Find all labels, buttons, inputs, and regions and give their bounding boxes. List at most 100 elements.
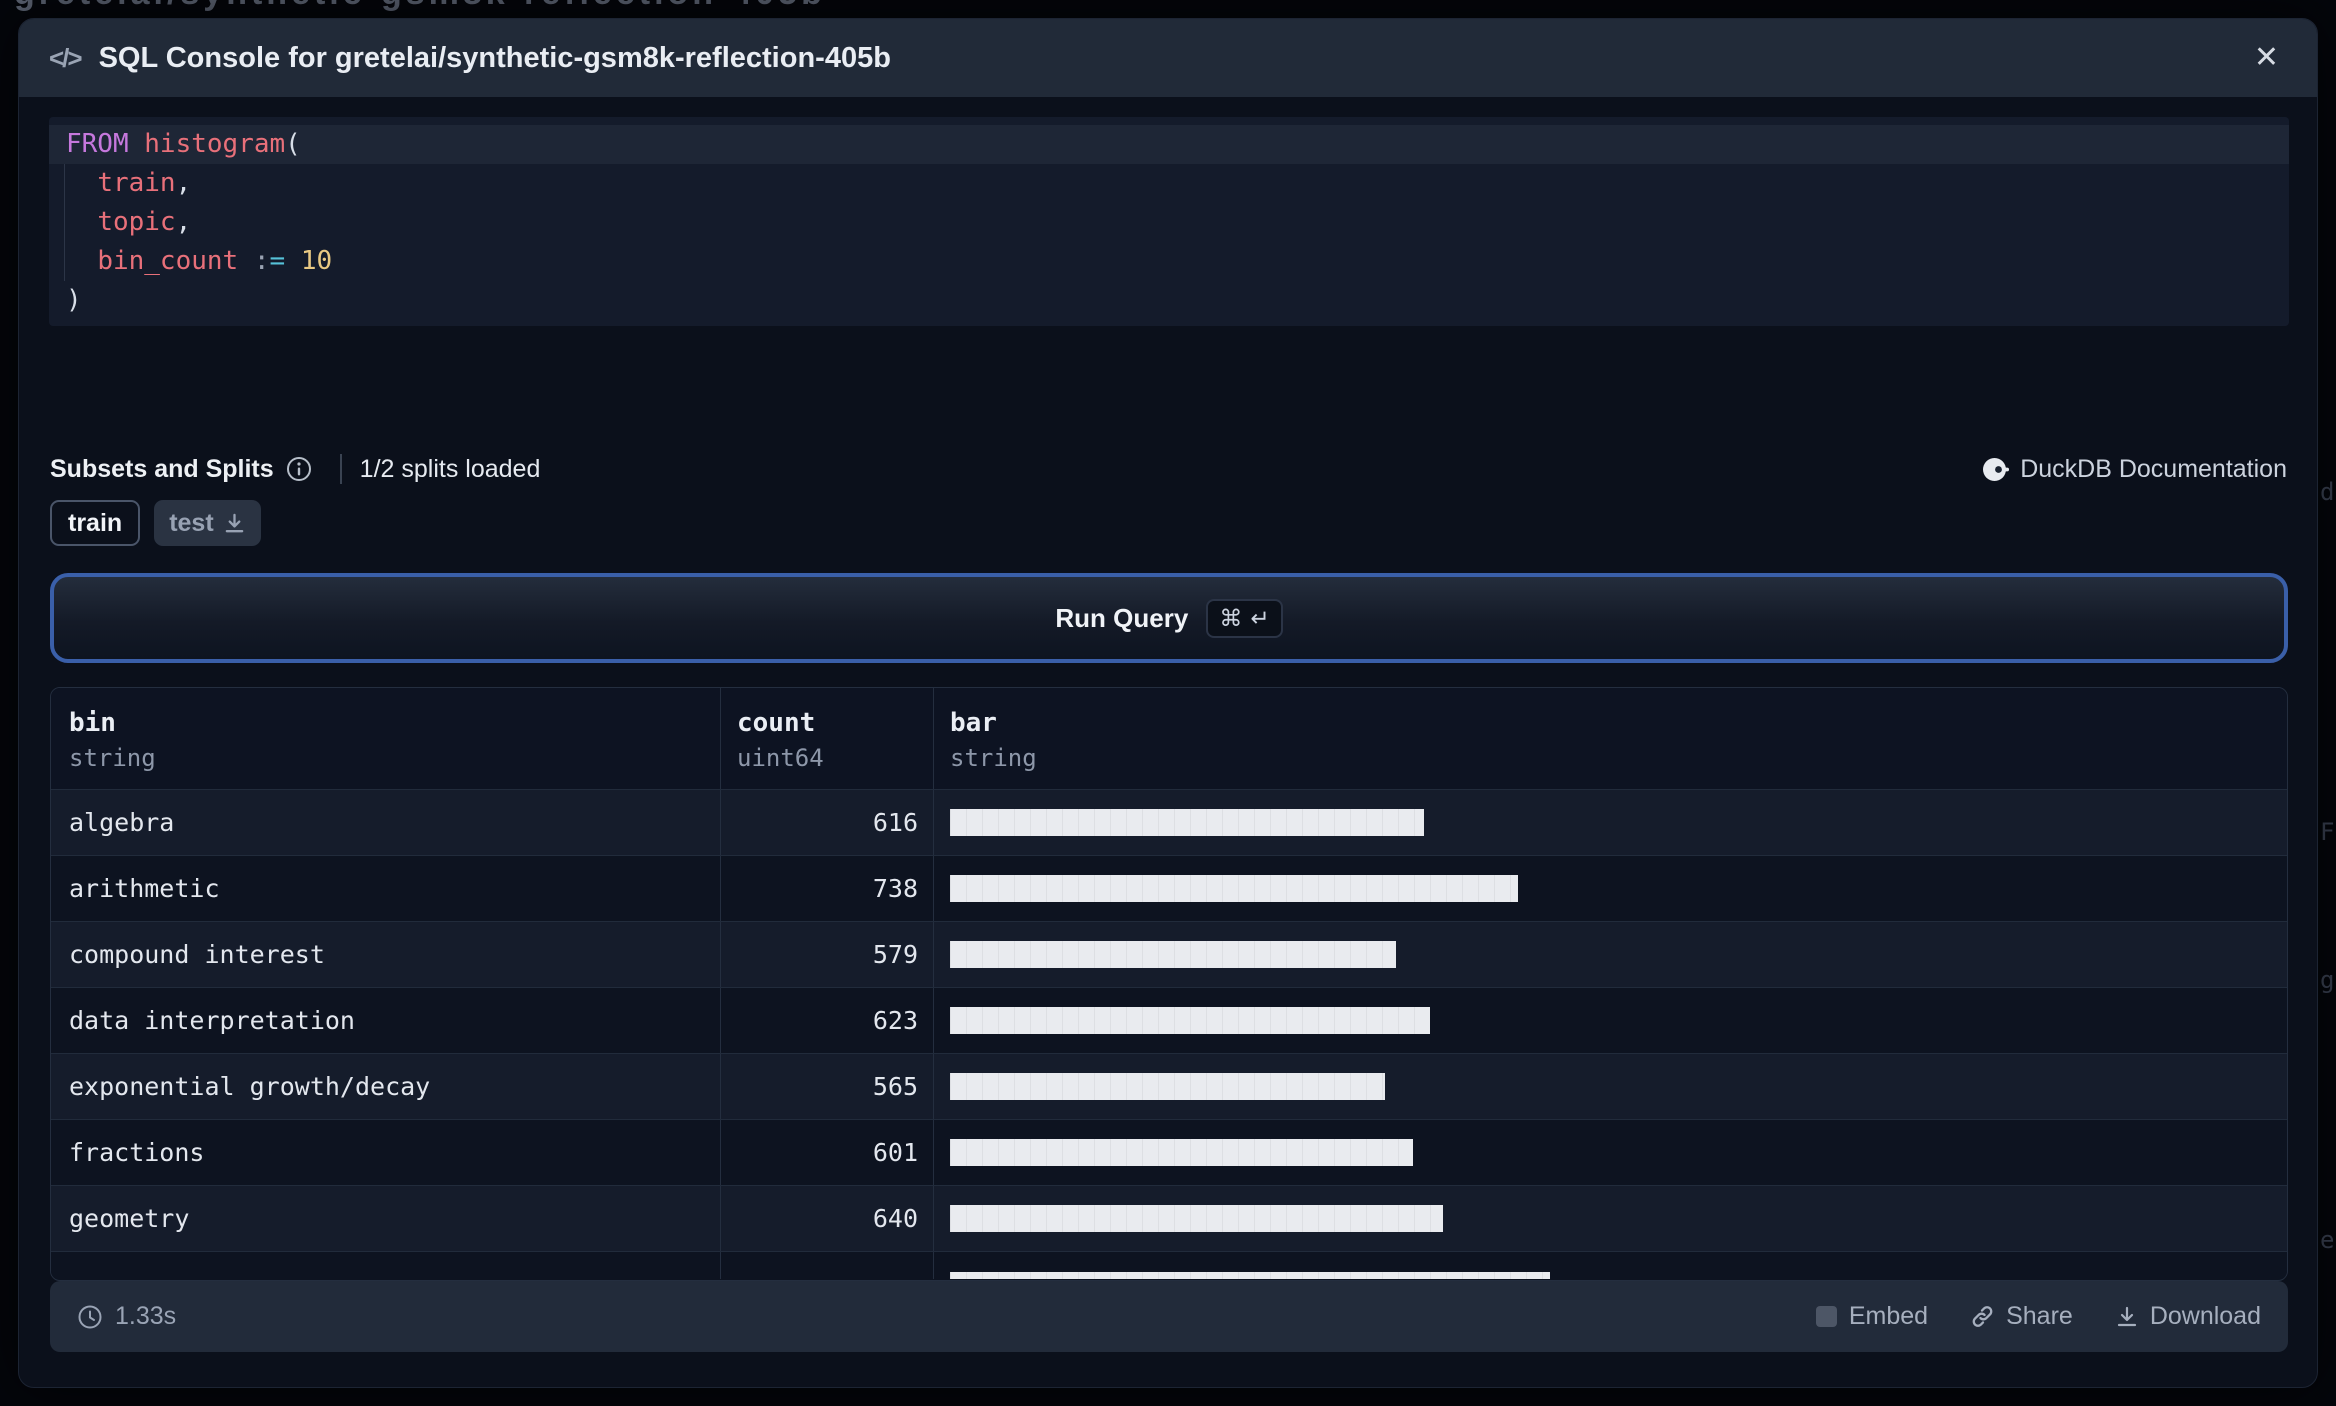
column-type: string: [69, 744, 156, 772]
histogram-bar: [950, 1205, 1443, 1232]
split-button-train[interactable]: train: [50, 500, 141, 546]
background-text-fragment: eq: [2320, 1226, 2336, 1254]
table-header-row: bin string count uint64 bar string: [51, 688, 2287, 789]
results-footer: 1.33s Embed Share Download: [50, 1281, 2288, 1352]
close-icon[interactable]: ✕: [2246, 39, 2287, 77]
code-line: FROM histogram(: [49, 125, 2289, 164]
sql-editor[interactable]: FROM histogram( train, topic, bin_count …: [49, 117, 2289, 326]
table-row-partial: [51, 1251, 2287, 1279]
footer-actions: Embed Share Download: [1815, 1302, 2261, 1331]
count-cell: 601: [720, 1120, 933, 1185]
table-row: geometry 640: [51, 1185, 2287, 1251]
column-type: uint64: [737, 744, 824, 772]
splits-loaded-status: 1/2 splits loaded: [359, 454, 541, 483]
bin-cell: compound interest: [69, 940, 325, 969]
count-cell: 565: [720, 1054, 933, 1119]
results-table: bin string count uint64 bar string algeb…: [50, 687, 2288, 1281]
split-buttons: train test: [50, 500, 2317, 546]
background-page-heading-text: gretelai/synthetic-gsm8k-reflection-405b: [0, 0, 1400, 13]
modal-header: </> SQL Console for gretelai/synthetic-g…: [19, 19, 2317, 97]
embed-label: Embed: [1848, 1302, 1929, 1330]
bin-cell: data interpretation: [69, 1006, 355, 1035]
code-line: train,: [97, 168, 192, 198]
column-name: count: [737, 708, 816, 738]
column-name: bin: [69, 708, 116, 738]
share-label: Share: [2006, 1302, 2073, 1330]
bar-cell: [933, 1252, 2287, 1279]
embed-icon: [1815, 1306, 1837, 1327]
count-cell: [720, 1252, 933, 1279]
download-button[interactable]: Download: [2115, 1302, 2261, 1331]
download-label: Download: [2149, 1302, 2261, 1330]
count-cell: 738: [720, 856, 933, 921]
bar-cell: [933, 1186, 2287, 1251]
code-line: ): [66, 285, 82, 315]
background-page-heading-clipped: gretelai/synthetic-gsm8k-reflection-405b: [0, 0, 1400, 14]
table-body: algebra 616 arithmetic 738 compound interest…: [51, 789, 2287, 1279]
table-row: compound interest 579: [51, 921, 2287, 987]
table-row: algebra 616: [51, 789, 2287, 855]
duckdb-documentation-link[interactable]: DuckDB Documentation: [1982, 455, 2287, 484]
share-icon: [1972, 1306, 1993, 1327]
cmd-key-icon: ⌘: [1219, 604, 1243, 631]
subsets-and-splits-row: Subsets and Splits 1/2 splits loaded Duc…: [50, 454, 2287, 484]
bar-cell: [933, 856, 2287, 921]
embed-button[interactable]: Embed: [1815, 1302, 1928, 1331]
indent-guide: [64, 164, 65, 281]
info-icon[interactable]: [286, 456, 312, 482]
code-line: bin_count := 10: [97, 246, 333, 276]
split-button-test[interactable]: test: [154, 500, 261, 546]
column-header-bin: bin string: [51, 688, 720, 789]
bin-cell: algebra: [69, 808, 175, 837]
divider: [339, 454, 342, 484]
column-header-bar: bar string: [933, 688, 2287, 789]
bin-cell: exponential growth/decay: [69, 1072, 431, 1101]
bar-cell: [933, 922, 2287, 987]
code-icon: </>: [49, 42, 83, 73]
count-cell: 616: [720, 790, 933, 855]
bar-cell: [933, 988, 2287, 1053]
column-header-count: count uint64: [720, 688, 933, 789]
download-icon: [2117, 1306, 2136, 1326]
duckdb-logo-icon: [1983, 457, 2010, 481]
modal-title: SQL Console for gretelai/synthetic-gsm8k…: [98, 41, 891, 74]
bin-cell: geometry: [69, 1204, 190, 1233]
sql-console-modal: </> SQL Console for gretelai/synthetic-g…: [18, 18, 2318, 1388]
histogram-bar: [950, 1272, 1550, 1279]
background-text-fragment: g: [2320, 966, 2335, 994]
count-cell: 579: [720, 922, 933, 987]
background-text-fragment: d: [2320, 478, 2335, 506]
bar-cell: [933, 1120, 2287, 1185]
share-button[interactable]: Share: [1970, 1302, 2073, 1331]
clock-icon: [78, 1305, 102, 1328]
histogram-bar: [950, 1073, 1385, 1100]
bin-cell: fractions: [69, 1138, 205, 1167]
histogram-bar: [950, 941, 1396, 968]
split-test-label: test: [169, 508, 214, 537]
code-line: topic,: [97, 207, 192, 237]
bin-cell: [51, 1252, 720, 1279]
duckdb-documentation-label: DuckDB Documentation: [2020, 454, 2287, 483]
histogram-bar: [950, 1007, 1430, 1034]
column-name: bar: [950, 708, 997, 738]
histogram-bar: [950, 1139, 1413, 1166]
histogram-bar: [950, 809, 1424, 836]
query-duration-value: 1.33s: [115, 1302, 177, 1330]
bar-cell: [933, 790, 2287, 855]
run-query-label: Run Query: [1055, 602, 1189, 633]
subsets-heading: Subsets and Splits: [50, 454, 274, 483]
table-row: exponential growth/decay 565: [51, 1053, 2287, 1119]
table-row: fractions 601: [51, 1119, 2287, 1185]
bar-cell: [933, 1054, 2287, 1119]
keyboard-shortcut-badge: ⌘ ↵: [1206, 598, 1283, 638]
download-icon: [225, 513, 243, 532]
count-cell: 623: [720, 988, 933, 1053]
column-type: string: [950, 744, 1037, 772]
bin-cell: arithmetic: [69, 874, 220, 903]
table-row: data interpretation 623: [51, 987, 2287, 1053]
run-query-button[interactable]: Run Query ⌘ ↵: [50, 573, 2288, 663]
background-text-fragment: Fr: [2320, 818, 2336, 846]
count-cell: 640: [720, 1186, 933, 1251]
enter-key-icon: ↵: [1250, 604, 1270, 631]
query-duration: 1.33s: [77, 1302, 176, 1331]
